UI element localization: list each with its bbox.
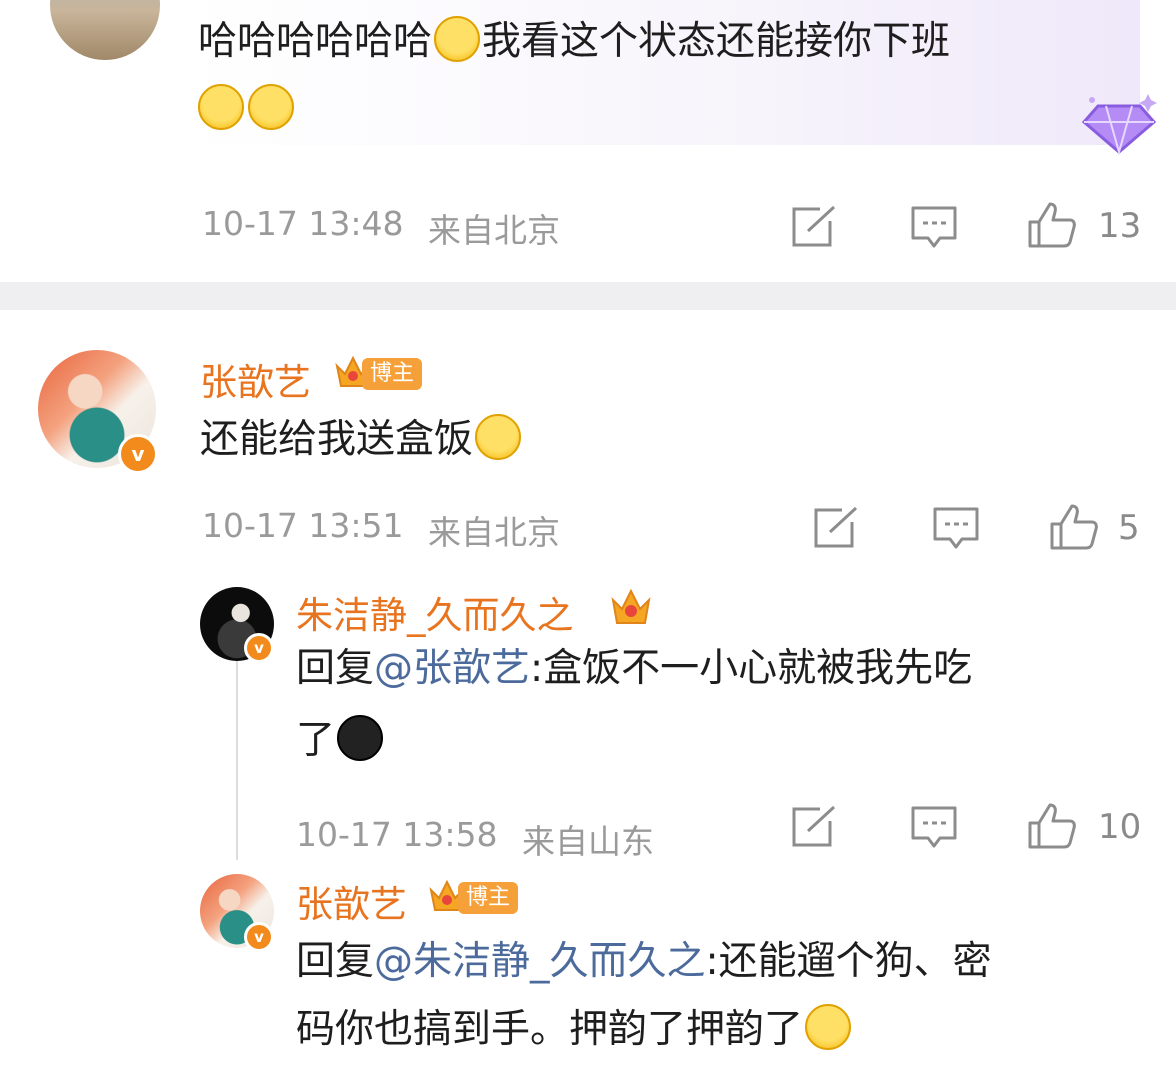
like-icon[interactable] [1048,502,1100,552]
blogger-badge: 博主 [362,358,423,390]
verified-icon: v [118,434,158,474]
reply-1: v 朱洁静_久而久之 回复@张歆艺:盒饭不一小心就被我先吃 了 10-17 13… [0,575,1176,861]
grinning-emoji-icon [805,1004,852,1050]
reply-body: :盒饭不一小心就被我先吃 [530,646,973,691]
crying-emoji-icon [337,715,384,761]
comment-1: 哈哈哈哈哈哈 我看这个状态还能接你下班 10-17 13:48 来自北京 13 [0,0,1176,280]
reply-body-cont: 码你也搞到手。押韵了押韵了 [296,1007,804,1052]
comment-text-part2: 我看这个状态还能接你下班 [482,19,951,64]
reply-text-line1: 回复@张歆艺:盒饭不一小心就被我先吃 [296,639,972,699]
like-count: 10 [1098,807,1142,847]
reply-text-line2: 了 [296,711,385,771]
share-icon[interactable] [790,805,838,849]
mention-link[interactable]: @朱洁静_久而久之 [374,939,706,984]
blogger-badge-label: 博主 [466,885,511,910]
comment-icon[interactable] [910,805,958,849]
like-icon[interactable] [1026,801,1078,851]
like-count: 13 [1098,206,1142,246]
crown-icon [611,588,651,624]
avatar[interactable] [50,0,160,60]
comment-icon[interactable] [932,506,980,550]
verified-icon: v [244,633,274,663]
username[interactable]: 张歆艺 [296,874,407,928]
comment-text-body: 还能给我送盒饭 [200,417,474,462]
location: 来自山东 [522,822,654,861]
diamond-badge-icon [1081,94,1157,156]
comment-2: v 张歆艺 博主 还能给我送盒饭 10-17 13:51 来自北京 5 v 朱洁… [0,310,1176,1080]
reply-prefix: 回复 [296,646,375,691]
timestamp: 10-17 13:48 [202,204,404,243]
reply-body: :还能遛个狗、密 [705,939,992,984]
comment-text: 哈哈哈哈哈哈 我看这个状态还能接你下班 [198,12,950,72]
timestamp: 10-17 13:58 [296,815,498,854]
blogger-badge-label: 博主 [370,361,415,386]
mention-link[interactable]: @张歆艺 [374,646,530,691]
section-divider [0,282,1176,310]
thinking-emoji-icon [434,16,481,62]
thinking-emoji-icon [248,84,294,130]
share-icon[interactable] [812,506,860,550]
timestamp: 10-17 13:51 [202,506,404,545]
thinking-emoji-icon [198,84,244,130]
comment-icon[interactable] [910,205,958,249]
comment-text-part1: 哈哈哈哈哈哈 [198,19,433,64]
like-icon[interactable] [1026,200,1078,250]
reply-2: v 张歆艺 博主 回复@朱洁静_久而久之:还能遛个狗、密 码你也搞到手。押韵了押… [0,870,1176,1080]
reply-text-line2: 码你也搞到手。押韵了押韵了 [296,1000,853,1060]
reply-prefix: 回复 [296,939,375,984]
username[interactable]: 朱洁静_久而久之 [296,585,574,639]
reply-body-cont: 了 [296,718,336,763]
like-count: 5 [1118,508,1140,548]
verified-icon: v [244,922,274,952]
username[interactable]: 张歆艺 [200,352,311,406]
comment-text: 还能给我送盒饭 [200,410,523,470]
location: 来自北京 [428,211,560,250]
laughing-emoji-icon [475,414,522,460]
blogger-badge: 博主 [458,882,519,914]
share-icon[interactable] [790,205,838,249]
comment-emoji-line [196,84,296,130]
reply-text-line1: 回复@朱洁静_久而久之:还能遛个狗、密 [296,932,992,992]
location: 来自北京 [428,513,560,552]
